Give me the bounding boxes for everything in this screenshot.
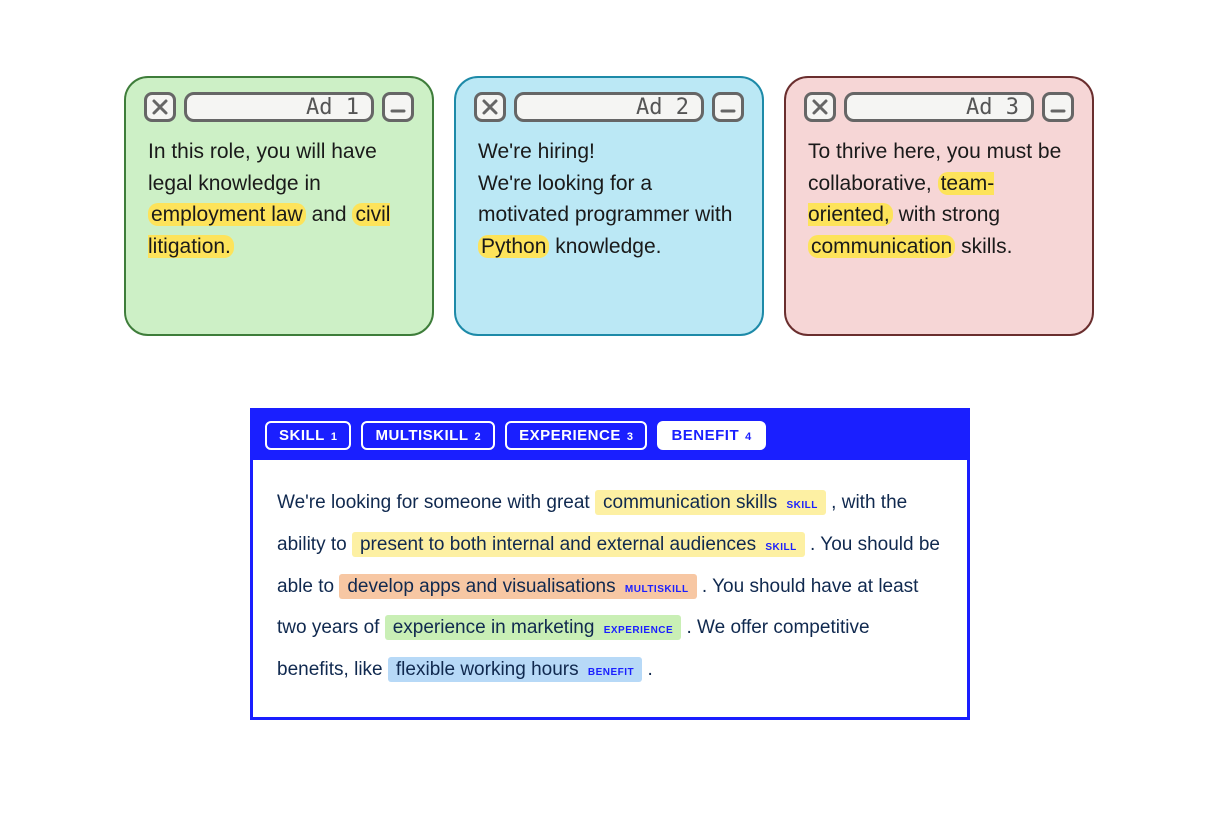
card-title: Ad 1 [184,92,374,122]
entity-experience[interactable]: experience in marketing EXPERIENCE [385,615,681,640]
annotation-body: We're looking for someone with great com… [253,460,967,717]
minimize-icon[interactable] [712,92,744,122]
tab-label: SKILL [279,427,325,444]
highlight: team-oriented, [808,172,994,227]
card-body: To thrive here, you must be collaborativ… [804,122,1074,262]
tab-key: 3 [627,431,634,443]
tab-skill[interactable]: SKILL 1 [265,421,351,450]
card-body: We're hiring!We're looking for a motivat… [474,122,744,262]
ad-card-3: Ad 3To thrive here, you must be collabor… [784,76,1094,336]
highlight: communication [808,235,955,258]
entity-skill[interactable]: present to both internal and external au… [352,532,805,557]
card-body: In this role, you will have legal knowle… [144,122,414,262]
tab-key: 1 [331,431,338,443]
card-titlebar: Ad 1 [144,92,414,122]
tab-key: 4 [745,431,752,443]
tab-multiskill[interactable]: MULTISKILL 2 [361,421,495,450]
tab-experience[interactable]: EXPERIENCE 3 [505,421,647,450]
close-icon[interactable] [804,92,836,122]
entity-multiskill[interactable]: develop apps and visualisations MULTISKI… [339,574,696,599]
highlight: employment law [148,203,306,226]
ad-card-2: Ad 2We're hiring!We're looking for a mot… [454,76,764,336]
tab-label: EXPERIENCE [519,427,621,444]
entity-label: SKILL [787,500,818,511]
entity-label: BENEFIT [588,667,634,678]
tab-label: BENEFIT [671,427,739,444]
entity-skill[interactable]: communication skills SKILL [595,490,826,515]
card-title: Ad 2 [514,92,704,122]
annotation-tabs: SKILL 1 MULTISKILL 2 EXPERIENCE 3 BENEFIT 4 [253,411,967,460]
tab-key: 2 [475,431,482,443]
close-icon[interactable] [144,92,176,122]
minimize-icon[interactable] [382,92,414,122]
entity-label: EXPERIENCE [604,625,673,636]
tab-label: MULTISKILL [375,427,468,444]
entity-label: MULTISKILL [625,584,689,595]
minimize-icon[interactable] [1042,92,1074,122]
highlight: Python [478,235,549,258]
entity-benefit[interactable]: flexible working hours BENEFIT [388,657,642,682]
close-icon[interactable] [474,92,506,122]
annotation-panel: SKILL 1 MULTISKILL 2 EXPERIENCE 3 BENEFIT 4 We'… [250,408,970,720]
entity-label: SKILL [765,542,796,553]
card-titlebar: Ad 3 [804,92,1074,122]
tab-benefit[interactable]: BENEFIT 4 [657,421,765,450]
card-title: Ad 3 [844,92,1034,122]
ad-card-1: Ad 1In this role, you will have legal kn… [124,76,434,336]
card-titlebar: Ad 2 [474,92,744,122]
ad-cards-row: Ad 1In this role, you will have legal kn… [0,0,1220,336]
